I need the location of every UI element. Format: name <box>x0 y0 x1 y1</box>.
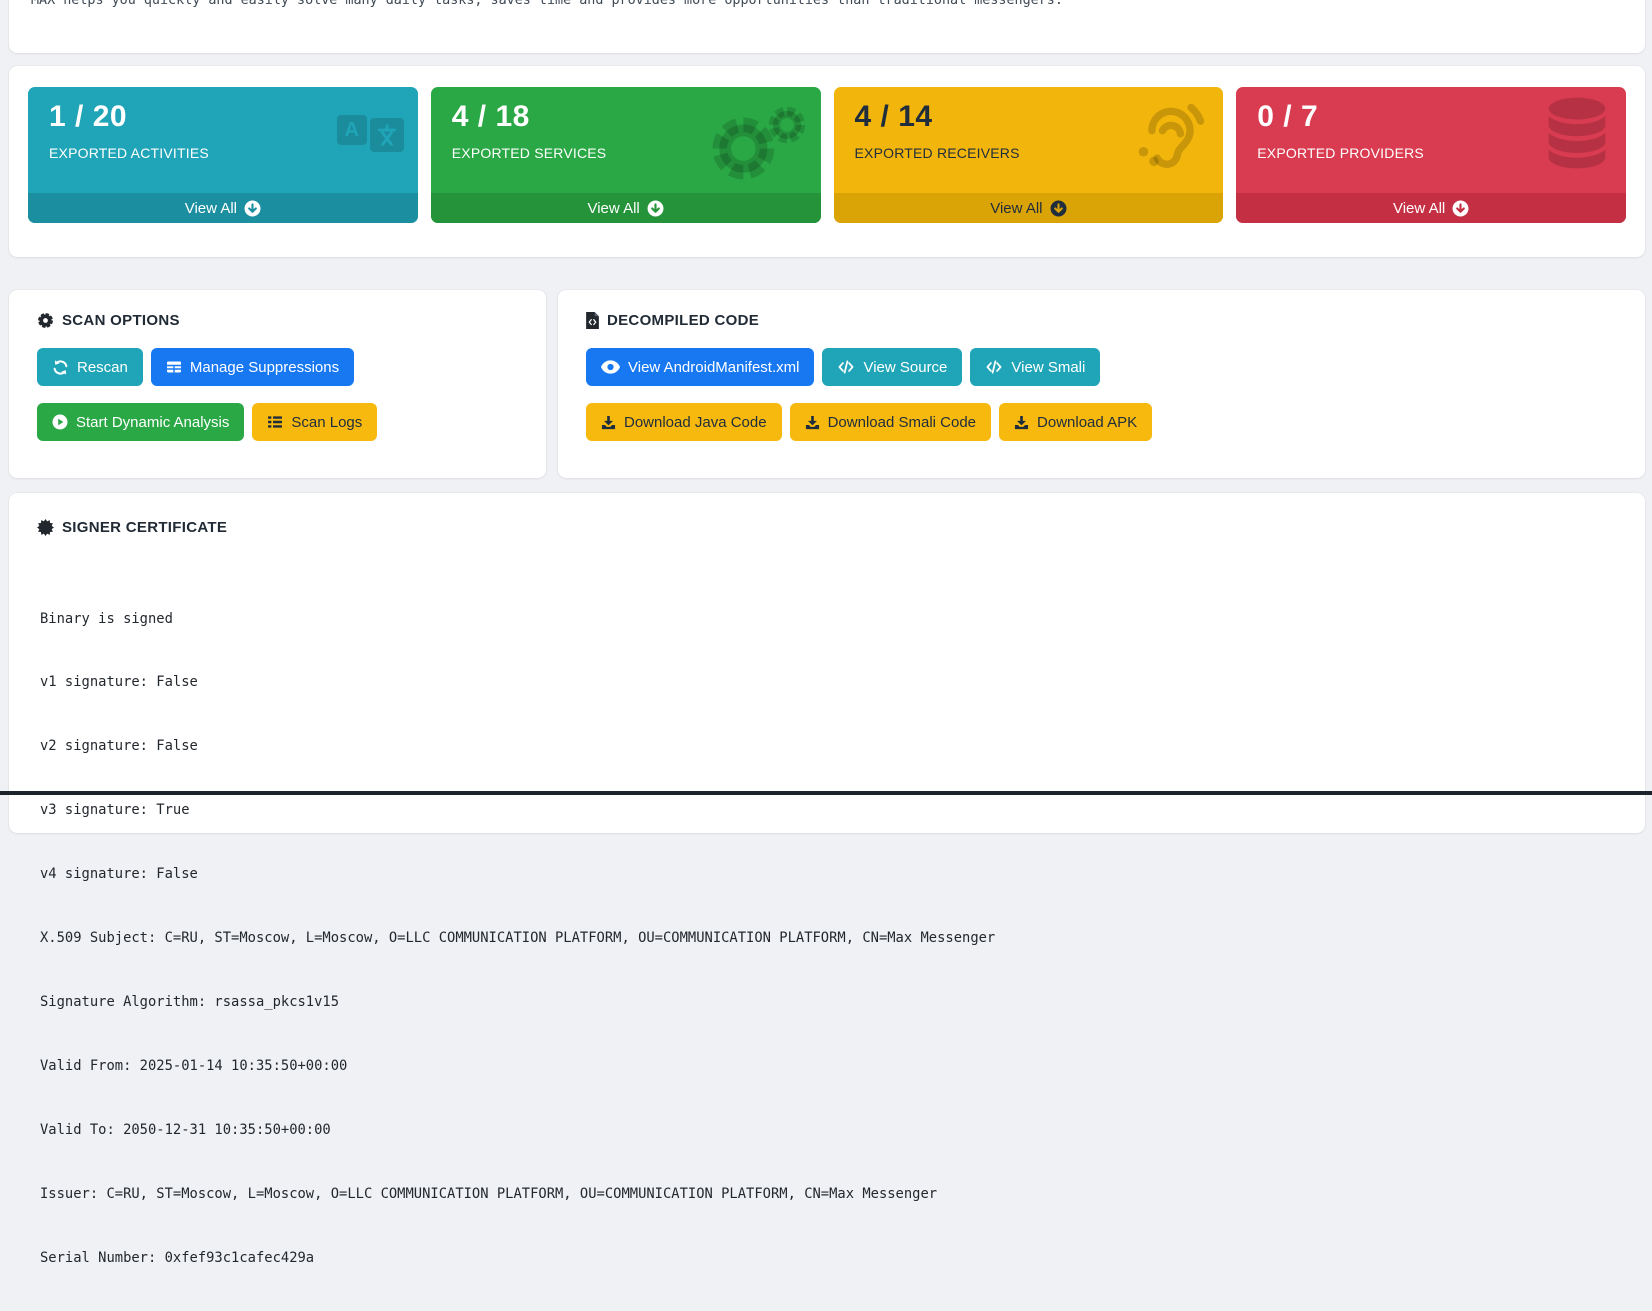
database-icon <box>1546 97 1608 169</box>
exported-components-panel: 1 / 20 EXPORTED ACTIVITIES A View All 4 … <box>9 66 1645 257</box>
card-body: 1 / 20 EXPORTED ACTIVITIES A <box>28 87 418 193</box>
download-icon <box>1014 415 1029 430</box>
scan-logs-button[interactable]: Scan Logs <box>252 403 377 441</box>
view-all-providers-button[interactable]: View All <box>1236 193 1626 223</box>
card-body: 0 / 7 EXPORTED PROVIDERS <box>1236 87 1626 193</box>
activities-label: EXPORTED ACTIVITIES <box>49 145 418 161</box>
play-circle-icon <box>52 414 68 430</box>
table-icon <box>166 359 182 375</box>
cert-line: Valid From: 2025-01-14 10:35:50+00:00 <box>40 1056 995 1077</box>
download-icon <box>601 415 616 430</box>
app-description-panel: MAX helps you quickly and easily solve m… <box>9 0 1645 53</box>
cert-line: Signature Algorithm: rsassa_pkcs1v15 <box>40 992 995 1013</box>
cert-line: Issuer: C=RU, ST=Moscow, L=Moscow, O=LLC… <box>40 1184 995 1205</box>
cert-line: X.509 Subject: C=RU, ST=Moscow, L=Moscow… <box>40 928 995 949</box>
exported-providers-card: 0 / 7 EXPORTED PROVIDERS View All <box>1236 87 1626 223</box>
exported-receivers-card: 4 / 14 EXPORTED RECEIVERS View All <box>834 87 1224 223</box>
decompiled-download-row: Download Java Code Download Smali Code D… <box>586 403 1152 441</box>
arrow-circle-down-icon <box>1452 200 1469 217</box>
list-icon <box>267 414 283 430</box>
decompiled-view-row: View AndroidManifest.xml View Source Vie… <box>586 348 1100 386</box>
decompiled-code-title: DECOMPILED CODE <box>607 312 759 329</box>
scan-options-title: SCAN OPTIONS <box>62 312 180 329</box>
rescan-button[interactable]: Rescan <box>37 348 143 386</box>
cert-line: Valid To: 2050-12-31 10:35:50+00:00 <box>40 1120 995 1141</box>
cert-line: v1 signature: False <box>40 672 995 693</box>
arrow-circle-down-icon <box>244 200 261 217</box>
view-all-receivers-button[interactable]: View All <box>834 193 1224 223</box>
decompiled-code-header: DECOMPILED CODE <box>586 312 759 329</box>
start-dynamic-analysis-button[interactable]: Start Dynamic Analysis <box>37 403 244 441</box>
app-description-text: MAX helps you quickly and easily solve m… <box>31 0 1063 8</box>
download-java-code-button[interactable]: Download Java Code <box>586 403 782 441</box>
signer-certificate-panel: SIGNER CERTIFICATE Binary is signed v1 s… <box>9 493 1645 833</box>
scan-options-panel: SCAN OPTIONS Rescan Manage Suppressions … <box>9 290 546 478</box>
view-smali-button[interactable]: View Smali <box>970 348 1100 386</box>
language-icon: A <box>337 113 404 147</box>
code-icon <box>985 360 1003 374</box>
view-source-button[interactable]: View Source <box>822 348 962 386</box>
gear-icon <box>37 312 54 329</box>
cert-line: v2 signature: False <box>40 736 995 757</box>
exported-activities-card: 1 / 20 EXPORTED ACTIVITIES A View All <box>28 87 418 223</box>
card-body: 4 / 18 EXPORTED SERVICES <box>431 87 821 193</box>
decompiled-code-panel: DECOMPILED CODE View AndroidManifest.xml… <box>558 290 1645 478</box>
exported-services-card: 4 / 18 EXPORTED SERVICES View All <box>431 87 821 223</box>
view-all-label: View All <box>185 200 237 217</box>
scan-options-header: SCAN OPTIONS <box>37 312 180 329</box>
card-body: 4 / 14 EXPORTED RECEIVERS <box>834 87 1224 193</box>
download-smali-code-button[interactable]: Download Smali Code <box>790 403 991 441</box>
view-all-activities-button[interactable]: View All <box>28 193 418 223</box>
eye-icon <box>601 360 620 374</box>
cert-line: v4 signature: False <box>40 864 995 885</box>
bottom-edge-bar <box>0 791 1652 795</box>
view-all-services-button[interactable]: View All <box>431 193 821 223</box>
view-androidmanifest-button[interactable]: View AndroidManifest.xml <box>586 348 814 386</box>
download-icon <box>805 415 820 430</box>
download-apk-button[interactable]: Download APK <box>999 403 1152 441</box>
certificate-icon <box>37 519 54 536</box>
signer-certificate-title: SIGNER CERTIFICATE <box>62 519 227 536</box>
cert-line: Serial Number: 0xfef93c1cafec429a <box>40 1248 995 1269</box>
view-all-label: View All <box>990 200 1042 217</box>
sync-icon <box>52 359 69 376</box>
cert-line: v3 signature: True <box>40 800 995 821</box>
hearing-icon <box>1135 103 1209 171</box>
file-code-icon <box>586 312 599 329</box>
cogs-icon <box>707 103 807 185</box>
view-all-label: View All <box>587 200 639 217</box>
scan-options-row-2: Start Dynamic Analysis Scan Logs <box>37 403 377 441</box>
cert-line: Binary is signed <box>40 609 995 630</box>
scan-options-row-1: Rescan Manage Suppressions <box>37 348 354 386</box>
signer-certificate-header: SIGNER CERTIFICATE <box>37 519 227 536</box>
code-icon <box>837 360 855 374</box>
manage-suppressions-button[interactable]: Manage Suppressions <box>151 348 354 386</box>
view-all-label: View All <box>1393 200 1445 217</box>
arrow-circle-down-icon <box>1050 200 1067 217</box>
arrow-circle-down-icon <box>647 200 664 217</box>
certificate-details: Binary is signed v1 signature: False v2 … <box>40 566 995 1311</box>
